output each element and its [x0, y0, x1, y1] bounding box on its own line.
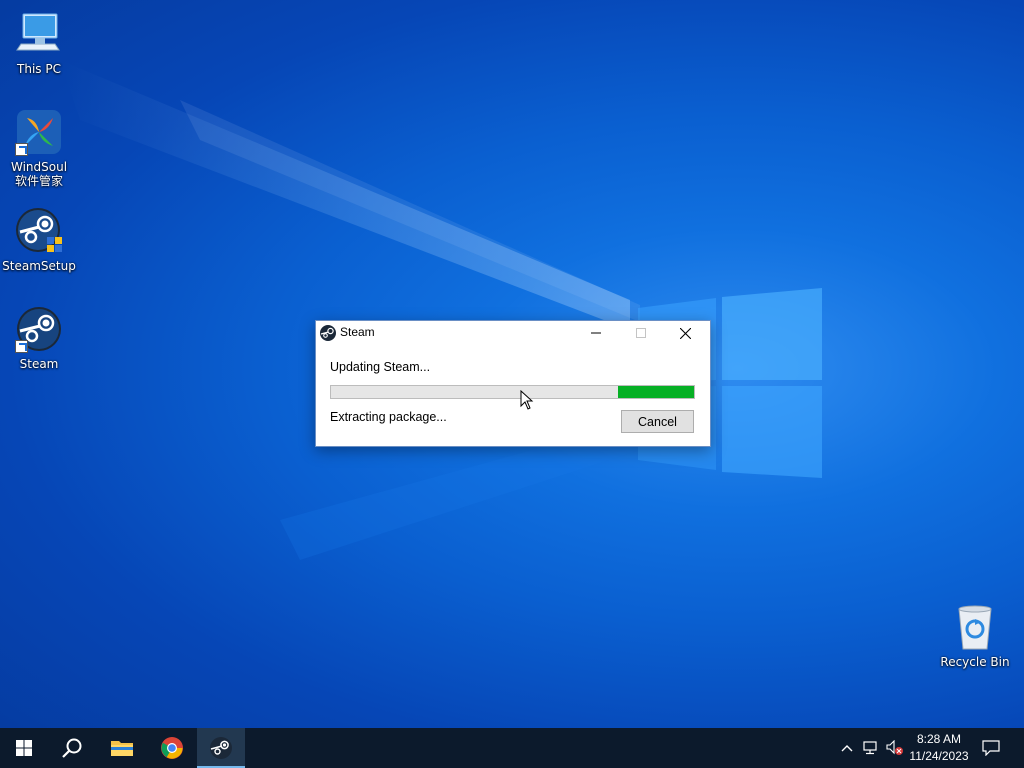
- network-icon: [863, 741, 877, 755]
- close-button[interactable]: [663, 321, 708, 345]
- progress-bar: [330, 385, 695, 399]
- start-button[interactable]: [0, 728, 48, 768]
- maximize-button: [618, 321, 663, 345]
- desktop-icon-windsoul[interactable]: WindSoul软件管家: [1, 108, 77, 188]
- minimize-button[interactable]: [573, 321, 618, 345]
- taskbar-clock[interactable]: 8:28 AM 11/24/2023: [904, 731, 974, 765]
- desktop-icon-this-pc[interactable]: This PC: [1, 10, 77, 76]
- status-main-text: Updating Steam...: [330, 360, 431, 374]
- desktop-icon-label: Steam: [19, 357, 59, 371]
- chrome-button[interactable]: [148, 728, 196, 768]
- minimize-icon: [590, 332, 601, 334]
- volume-tray-button[interactable]: [884, 728, 906, 768]
- progress-fill: [617, 386, 694, 398]
- desktop-icon-label: SteamSetup: [2, 259, 76, 273]
- desktop-icon-recycle-bin[interactable]: Recycle Bin: [937, 603, 1013, 669]
- dialog-title: Steam: [340, 325, 375, 339]
- shortcut-arrow-icon: [15, 340, 28, 353]
- close-icon: [680, 327, 691, 339]
- steam-icon: [210, 737, 232, 759]
- clock-time: 8:28 AM: [916, 732, 962, 746]
- windows-start-icon: [16, 740, 32, 756]
- notification-icon: [982, 740, 1000, 756]
- show-hidden-icons-button[interactable]: [836, 728, 858, 768]
- maximize-icon: [635, 328, 646, 338]
- desktop-icon-label: WindSoul软件管家: [10, 160, 68, 188]
- dialog-titlebar[interactable]: Steam: [316, 321, 710, 345]
- chrome-icon: [161, 737, 183, 759]
- steam-icon: [320, 325, 336, 341]
- cancel-button[interactable]: Cancel: [621, 410, 694, 433]
- steam-setup-icon: [16, 208, 62, 252]
- taskbar: 8:28 AM 11/24/2023: [0, 728, 1024, 768]
- volume-muted-icon: [886, 740, 903, 755]
- desktop-icon-steam[interactable]: Steam: [1, 305, 77, 371]
- action-center-button[interactable]: [978, 728, 1004, 768]
- desktop-icon-label: This PC: [17, 62, 61, 76]
- status-detail-text: Extracting package...: [330, 410, 447, 424]
- desktop-icon-steamsetup[interactable]: SteamSetup: [1, 207, 77, 273]
- network-tray-button[interactable]: [860, 728, 882, 768]
- desktop-icon-label: Recycle Bin: [940, 655, 1010, 669]
- folder-icon: [111, 741, 133, 756]
- chevron-up-icon: [841, 745, 853, 752]
- search-icon: [62, 738, 82, 758]
- clock-date: 11/24/2023: [909, 749, 969, 763]
- steam-taskbar-button[interactable]: [197, 728, 245, 768]
- computer-icon: [16, 13, 60, 51]
- shortcut-arrow-icon: [15, 143, 28, 156]
- recycle-bin-icon: [958, 605, 992, 650]
- mouse-cursor-icon: [520, 390, 534, 410]
- steam-update-dialog: Steam Updating Steam... Extracting packa…: [315, 320, 711, 447]
- search-button[interactable]: [48, 728, 96, 768]
- file-explorer-button[interactable]: [98, 728, 146, 768]
